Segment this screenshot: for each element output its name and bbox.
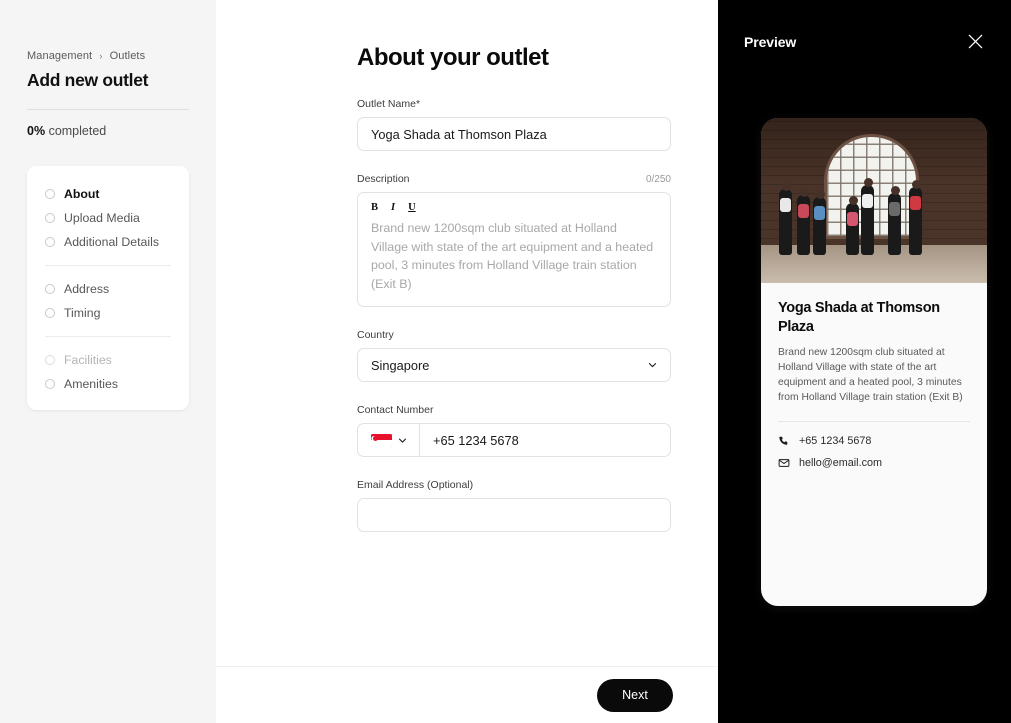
step-radio-icon [45,213,55,223]
country-selected-value: Singapore [371,357,430,373]
field-contact-number: Contact Number +65 1234 5678 [357,404,671,457]
class-participant [846,196,859,255]
preview-outlet-title: Yoga Shada at Thomson Plaza [778,300,940,335]
chevron-down-icon [648,363,657,368]
step-radio-icon [45,189,55,199]
next-button[interactable]: Next [597,678,673,712]
form-scroll-area: About your outlet Outlet Name* Yoga Shad… [216,0,718,666]
class-participant [779,182,792,255]
preview-outlet-description: Brand new 1200sqm club situated at Holla… [778,347,963,403]
contact-number-label: Contact Number [357,404,434,416]
preview-title: Preview [744,33,797,50]
preview-panel: Preview Yoga Shada at Thomson Plaza Bran… [718,0,1011,723]
description-label: Description [357,173,410,185]
close-icon[interactable] [966,32,985,51]
email-input[interactable] [357,498,671,532]
class-participant [861,178,874,255]
sidebar: Management › Outlets Add new outlet 0% c… [0,0,216,723]
step-radio-icon [45,355,55,365]
class-participant [813,190,826,255]
field-country: Country Singapore [357,329,671,382]
country-select[interactable]: Singapore [357,348,671,382]
steps-card: About Upload Media Additional Details Ad… [27,166,189,410]
breadcrumb-separator-icon: › [99,51,103,61]
description-placeholder: Brand new 1200sqm club situated at Holla… [371,221,654,291]
sidebar-item-label: About [64,187,100,201]
singapore-flag-icon [370,433,392,447]
app-root: Management › Outlets Add new outlet 0% c… [0,0,1011,723]
underline-icon[interactable]: U [408,202,416,213]
sidebar-item-label: Upload Media [64,211,140,225]
page-title: Add new outlet [27,70,149,90]
italic-icon[interactable]: I [391,202,395,213]
steps-group-divider [45,265,171,266]
phone-number-input[interactable]: +65 1234 5678 [419,423,671,457]
sidebar-item-label: Additional Details [64,235,160,249]
sidebar-item-address[interactable]: Address [27,277,189,301]
country-label: Country [357,329,394,341]
studio-floor [761,245,987,283]
sidebar-item-amenities[interactable]: Amenities [27,372,189,396]
preview-phone-text: +65 1234 5678 [799,435,872,447]
bold-icon[interactable]: B [371,202,378,213]
preview-card-divider [778,421,970,422]
field-description: Description 0/250 B I U Brand new 1200sq… [357,173,671,307]
phone-input-group: +65 1234 5678 [357,423,671,457]
preview-email-text: hello@email.com [799,457,882,469]
sidebar-item-additional-details[interactable]: Additional Details [27,230,189,254]
preview-contact-email: hello@email.com [778,457,970,469]
sidebar-item-label: Facilities [64,353,112,367]
chevron-down-icon [398,438,406,443]
preview-header: Preview [744,32,985,51]
progress-label: completed [48,124,107,138]
breadcrumb-parent[interactable]: Management [27,50,92,62]
main-form-panel: About your outlet Outlet Name* Yoga Shad… [216,0,718,723]
sidebar-item-upload-media[interactable]: Upload Media [27,206,189,230]
sidebar-item-timing[interactable]: Timing [27,301,189,325]
step-radio-icon [45,237,55,247]
breadcrumb: Management › Outlets [27,50,189,62]
step-radio-icon [45,379,55,389]
form-title: About your outlet [357,44,549,71]
preview-card-body: Yoga Shada at Thomson Plaza Brand new 12… [761,283,987,469]
progress-percent: 0% [27,124,46,138]
phone-icon [779,436,788,445]
progress-status: 0% completed [27,124,189,138]
sidebar-item-label: Timing [64,306,101,320]
step-radio-icon [45,284,55,294]
outlet-name-input[interactable]: Yoga Shada at Thomson Plaza [357,117,671,151]
preview-contact-phone: +65 1234 5678 [778,435,970,447]
email-label: Email Address (Optional) [357,479,474,491]
breadcrumb-current[interactable]: Outlets [110,50,146,62]
class-participant [909,180,922,255]
sidebar-item-label: Amenities [64,377,118,391]
form-footer: Next [216,666,718,723]
outlet-name-label: Outlet Name* [357,98,421,110]
description-counter: 0/250 [645,174,671,185]
envelope-icon [778,459,790,467]
rich-text-toolbar: B I U [371,202,657,213]
class-participant [888,186,901,255]
description-editor[interactable]: B I U Brand new 1200sqm club situated at… [357,192,671,307]
class-participant [797,188,810,255]
country-code-select[interactable] [357,423,419,457]
form-container: About your outlet Outlet Name* Yoga Shad… [357,44,671,532]
preview-phone-card: Yoga Shada at Thomson Plaza Brand new 12… [761,118,987,606]
field-outlet-name: Outlet Name* Yoga Shada at Thomson Plaza [357,98,671,151]
sidebar-divider [27,109,189,110]
preview-image [761,118,987,283]
sidebar-item-label: Address [64,282,110,296]
sidebar-item-facilities[interactable]: Facilities [27,348,189,372]
step-radio-icon [45,308,55,318]
steps-group-divider [45,336,171,337]
field-email: Email Address (Optional) [357,479,671,532]
sidebar-item-about[interactable]: About [27,182,189,206]
